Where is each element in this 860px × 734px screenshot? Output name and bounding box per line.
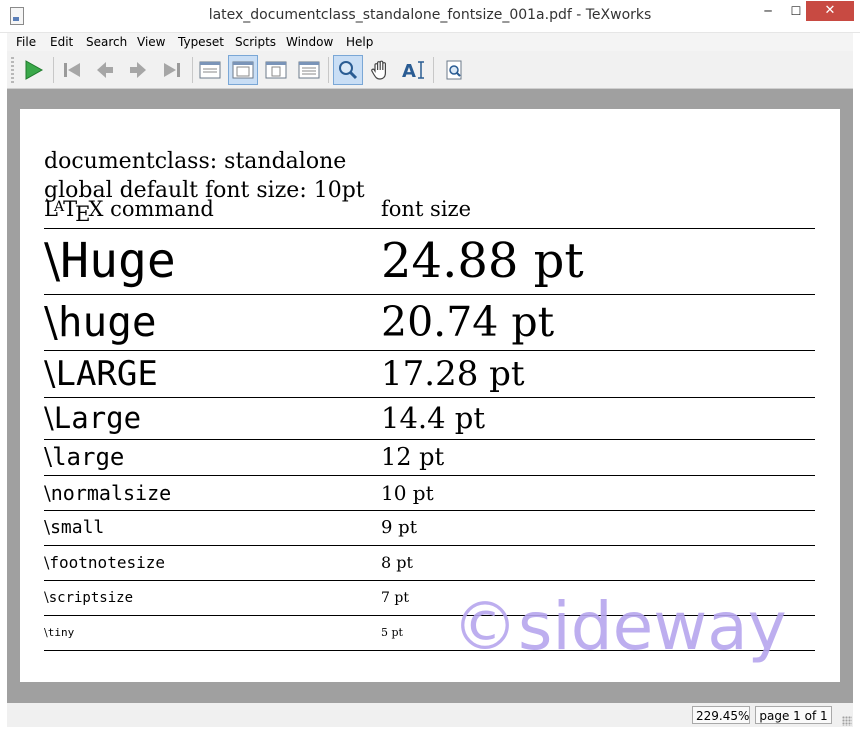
- table-rule: [44, 510, 815, 511]
- menu-help[interactable]: Help: [346, 34, 373, 50]
- column-header-command: LATEX command: [44, 197, 214, 226]
- actual-size-icon: [199, 61, 221, 79]
- fit-page-button[interactable]: [261, 55, 291, 85]
- fit-content-icon: [298, 61, 320, 79]
- magnifier-icon: [339, 61, 358, 80]
- scroll-tool-button[interactable]: [366, 55, 396, 85]
- table-row-command: \LARGE: [44, 354, 158, 394]
- menu-file[interactable]: File: [16, 34, 36, 50]
- fit-content-button[interactable]: [294, 55, 324, 85]
- menu-view[interactable]: View: [137, 34, 165, 50]
- table-rule: [44, 580, 815, 581]
- fit-width-icon: [232, 61, 254, 79]
- table-row-command: \scriptsize: [44, 590, 134, 606]
- next-page-button[interactable]: [123, 55, 153, 85]
- table-row-command: \huge: [44, 298, 157, 346]
- title-bar: latex_documentclass_standalone_fontsize_…: [0, 0, 860, 33]
- table-row-size: 20.74 pt: [381, 298, 555, 346]
- table-row-size: 12 pt: [381, 443, 445, 471]
- table-row-size: 24.88 pt: [381, 233, 584, 289]
- table-row-command: \Huge: [44, 233, 176, 289]
- previous-page-button[interactable]: [90, 55, 120, 85]
- menu-search[interactable]: Search: [86, 34, 127, 50]
- table-row-command: \large: [44, 443, 125, 471]
- table-row-command: \Large: [44, 401, 142, 435]
- latex-logo: LATEX: [44, 197, 104, 226]
- hand-scroll-icon: [371, 60, 386, 80]
- svg-text:A: A: [402, 61, 416, 81]
- page-indicator[interactable]: page 1 of 1: [755, 706, 832, 724]
- typeset-play-icon: [25, 60, 44, 80]
- toolbar-grip[interactable]: [11, 57, 14, 83]
- last-page-button[interactable]: [157, 55, 187, 85]
- goto-source-icon: [446, 60, 462, 80]
- magnify-tool-button[interactable]: [333, 55, 363, 85]
- actual-size-button[interactable]: [195, 55, 225, 85]
- minimize-button[interactable]: ─: [755, 1, 781, 21]
- toolbar-separator: [192, 57, 193, 83]
- table-row-size: 9 pt: [381, 517, 417, 538]
- sideway-watermark: ©sideway: [452, 588, 787, 665]
- toolbar: A: [7, 51, 853, 89]
- first-page-button[interactable]: [57, 55, 87, 85]
- column-header-font-size: font size: [381, 197, 472, 221]
- fit-page-icon: [265, 61, 287, 79]
- table-row-command: \tiny: [44, 626, 75, 639]
- menu-window[interactable]: Window: [286, 34, 333, 50]
- table-row-size: 5 pt: [381, 626, 403, 639]
- last-page-icon: [164, 63, 180, 77]
- window-title: latex_documentclass_standalone_fontsize_…: [208, 7, 652, 23]
- previous-page-icon: [97, 62, 113, 78]
- table-row-size: 14.4 pt: [381, 401, 486, 435]
- typeset-button[interactable]: [18, 55, 48, 85]
- table-row-command: \footnotesize: [44, 553, 165, 572]
- select-text-icon: A: [402, 61, 424, 81]
- table-row-size: 10 pt: [381, 481, 434, 505]
- doc-line-documentclass: documentclass: standalone: [44, 149, 347, 174]
- resize-grip[interactable]: [842, 716, 852, 726]
- toolbar-separator: [328, 57, 329, 83]
- toolbar-separator: [53, 57, 54, 83]
- menu-edit[interactable]: Edit: [50, 34, 73, 50]
- select-text-button[interactable]: A: [399, 55, 429, 85]
- toolbar-separator: [433, 57, 434, 83]
- menu-typeset[interactable]: Typeset: [178, 34, 224, 50]
- menu-scripts[interactable]: Scripts: [235, 34, 276, 50]
- pdf-page: documentclass: standalone global default…: [20, 109, 840, 682]
- status-bar: 229.45% page 1 of 1: [7, 703, 853, 727]
- table-row-size: 7 pt: [381, 590, 409, 606]
- close-button[interactable]: ✕: [806, 1, 854, 21]
- table-row-command: \normalsize: [44, 481, 172, 505]
- goto-source-button[interactable]: [439, 55, 469, 85]
- next-page-icon: [130, 62, 146, 78]
- table-row-size: 8 pt: [381, 553, 413, 572]
- first-page-icon: [64, 63, 80, 77]
- zoom-level[interactable]: 229.45%: [692, 706, 750, 724]
- menu-bar: File Edit Search View Typeset Scripts Wi…: [7, 33, 853, 51]
- table-row-command: \small: [44, 517, 105, 538]
- fit-width-button[interactable]: [228, 55, 258, 85]
- pdf-viewer[interactable]: documentclass: standalone global default…: [7, 89, 853, 703]
- table-row-size: 17.28 pt: [381, 354, 525, 394]
